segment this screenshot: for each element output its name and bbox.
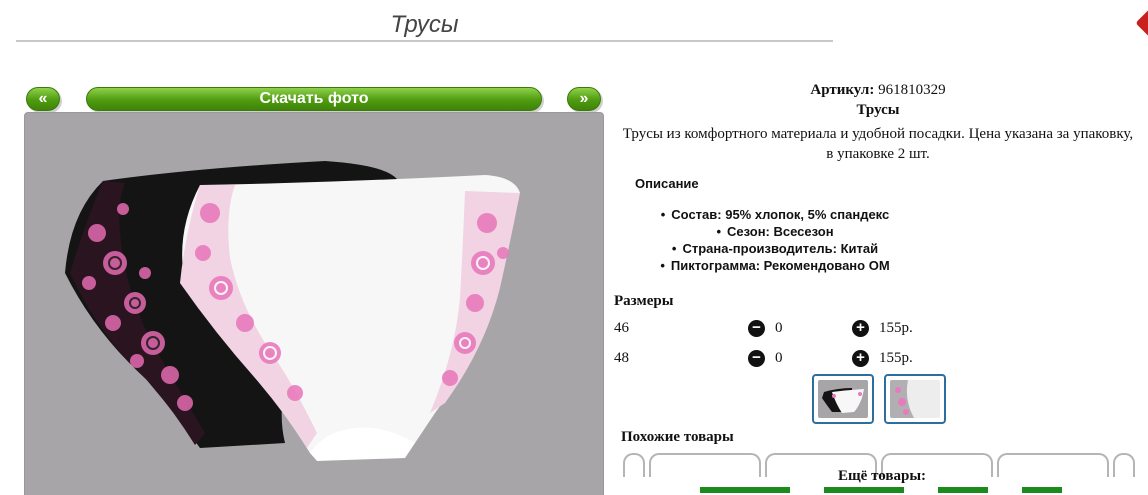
article-label: Артикул: [810, 82, 875, 98]
photo-thumbnail[interactable] [884, 374, 946, 424]
size-row: 46 − 0 + 155р. [614, 320, 934, 340]
download-photo-button[interactable]: Скачать фото [86, 87, 542, 111]
thumbnail-image [890, 380, 940, 418]
sizes-title: Размеры [614, 293, 674, 309]
more-products-title: Ещё товары: [838, 468, 927, 484]
prev-photo-button[interactable]: « [26, 87, 60, 111]
more-products-link[interactable] [1022, 487, 1062, 493]
plus-icon[interactable]: + [852, 320, 869, 337]
similar-product-tab[interactable] [1113, 453, 1135, 477]
article-value: 961810329 [878, 82, 946, 98]
feature-composition: Состав: 95% хлопок, 5% спандекс [630, 206, 920, 223]
feature-country: Страна-производитель: Китай [630, 240, 920, 257]
product-photo-image [65, 161, 520, 461]
product-description: Трусы из комфортного материала и удобной… [622, 126, 1134, 162]
plus-icon[interactable]: + [852, 350, 869, 367]
similar-product-tab[interactable] [997, 453, 1109, 477]
minus-icon[interactable]: − [748, 320, 765, 337]
size-price: 155р. [879, 320, 913, 336]
thumbnail-image [822, 388, 864, 413]
feature-pictogram: Пиктограмма: Рекомендовано ОМ [630, 257, 920, 274]
minus-icon[interactable]: − [748, 350, 765, 367]
more-products-link[interactable] [938, 487, 988, 493]
product-name: Трусы [856, 102, 900, 118]
corner-badge-icon[interactable] [1135, 7, 1148, 48]
similar-product-tab[interactable] [649, 453, 761, 477]
similar-products-title: Похожие товары [621, 429, 734, 445]
feature-season: Сезон: Всесезон [630, 223, 920, 240]
photo-thumbnail[interactable] [812, 374, 874, 424]
more-products-link[interactable] [824, 487, 904, 493]
size-value: 48 [614, 350, 629, 366]
more-products-link[interactable] [700, 487, 790, 493]
size-value: 46 [614, 320, 629, 336]
size-row: 48 − 0 + 155р. [614, 350, 934, 370]
feature-list: Состав: 95% хлопок, 5% спандекс Сезон: В… [630, 206, 920, 274]
size-price: 155р. [879, 350, 913, 366]
quantity-value: 0 [775, 350, 783, 366]
similar-product-tab[interactable] [623, 453, 645, 477]
description-title: Описание [635, 176, 699, 191]
article-number: Артикул: 961810329 [610, 82, 1146, 99]
page-title: Трусы [16, 8, 833, 42]
product-photo[interactable] [24, 112, 604, 495]
next-photo-button[interactable]: » [567, 87, 601, 111]
more-products-links [700, 487, 1100, 495]
quantity-value: 0 [775, 320, 783, 336]
